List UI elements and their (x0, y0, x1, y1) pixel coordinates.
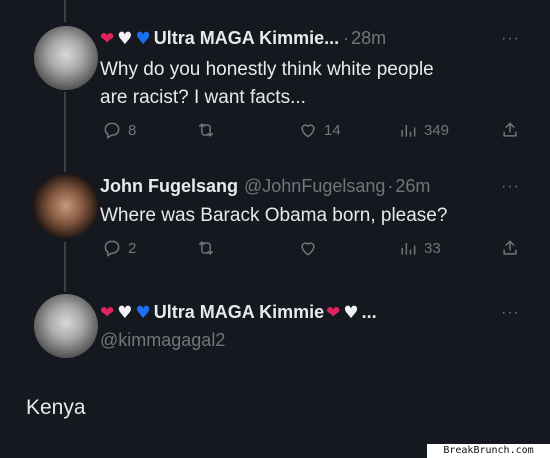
reply-icon (104, 122, 120, 139)
action-bar: 8 14 349 (100, 120, 520, 142)
retweet-icon (198, 123, 214, 137)
tweet-text-line: Why do you honestly think white people (100, 59, 434, 80)
avatar[interactable] (34, 294, 98, 358)
tweet-header: ❤ ♥ ♥ Ultra MAGA Kimmie... · 28m (100, 28, 386, 49)
tweet-text: Kenya (26, 396, 86, 419)
name-ellipsis: ... (361, 302, 377, 322)
avatar[interactable] (34, 26, 98, 90)
more-options-button[interactable]: ··· (501, 178, 520, 196)
tweet-header: ❤ ♥ ♥ Ultra MAGA Kimmie ❤ ♥ ... (100, 302, 377, 323)
more-options-button[interactable]: ··· (501, 30, 520, 48)
like-button[interactable] (298, 238, 318, 258)
timestamp[interactable]: 26m (395, 176, 430, 197)
white-heart-icon: ♥ (117, 28, 133, 49)
heart-icon (301, 242, 315, 256)
share-button[interactable] (500, 120, 520, 140)
like-count: 14 (324, 121, 341, 139)
view-count: 33 (424, 239, 441, 257)
share-icon (503, 240, 517, 255)
share-icon (503, 122, 517, 137)
like-button[interactable]: 14 (298, 120, 341, 140)
avatar[interactable] (34, 174, 98, 238)
blue-heart-icon: ♥ (135, 28, 151, 49)
blue-heart-icon: ♥ (135, 302, 151, 323)
tweet-text: Where was Barack Obama born, please? (100, 205, 448, 226)
reply-icon (104, 240, 120, 257)
retweet-icon (198, 241, 214, 255)
author-handle[interactable]: @JohnFugelsang (244, 176, 385, 197)
time-separator: · (387, 176, 394, 196)
time-separator: · (343, 28, 350, 48)
reply-button[interactable]: 2 (102, 238, 136, 258)
views-button[interactable]: 349 (398, 120, 449, 140)
views-icon (401, 243, 416, 255)
more-options-button[interactable]: ··· (501, 304, 520, 322)
tweet-text: Why do you honestly think white people a… (100, 56, 520, 112)
action-bar: 2 33 (100, 238, 520, 260)
share-button[interactable] (500, 238, 520, 258)
views-icon (401, 125, 416, 137)
retweet-button[interactable] (196, 120, 216, 140)
reply-count: 8 (128, 121, 137, 139)
red-heart-icon: ❤ (100, 28, 115, 49)
white-heart-icon: ♥ (117, 302, 133, 323)
view-count: 349 (424, 121, 450, 139)
tweet-header: John Fugelsang @JohnFugelsang · 26m (100, 176, 430, 197)
views-button[interactable]: 33 (398, 238, 441, 258)
thread-line-2 (64, 242, 66, 292)
author-handle[interactable]: @kimmagagal2 (100, 330, 225, 351)
reply-count: 2 (128, 239, 137, 257)
thread-line-1 (64, 92, 66, 172)
retweet-button[interactable] (196, 238, 216, 258)
timestamp[interactable]: 28m (351, 28, 386, 49)
author-name[interactable]: Ultra MAGA Kimmie... (154, 28, 339, 49)
heart-icon (301, 124, 315, 138)
author-name[interactable]: John Fugelsang (100, 176, 238, 197)
white-heart-icon: ♥ (343, 302, 359, 323)
red-heart-icon: ❤ (100, 302, 115, 323)
author-name[interactable]: Ultra MAGA Kimmie (154, 302, 324, 323)
watermark: BreakBrunch.com (427, 444, 550, 458)
red-heart-icon: ❤ (326, 302, 341, 323)
tweet-text-line: are racist? I want facts... (100, 87, 306, 108)
thread-line-top (64, 0, 66, 22)
reply-button[interactable]: 8 (102, 120, 136, 140)
